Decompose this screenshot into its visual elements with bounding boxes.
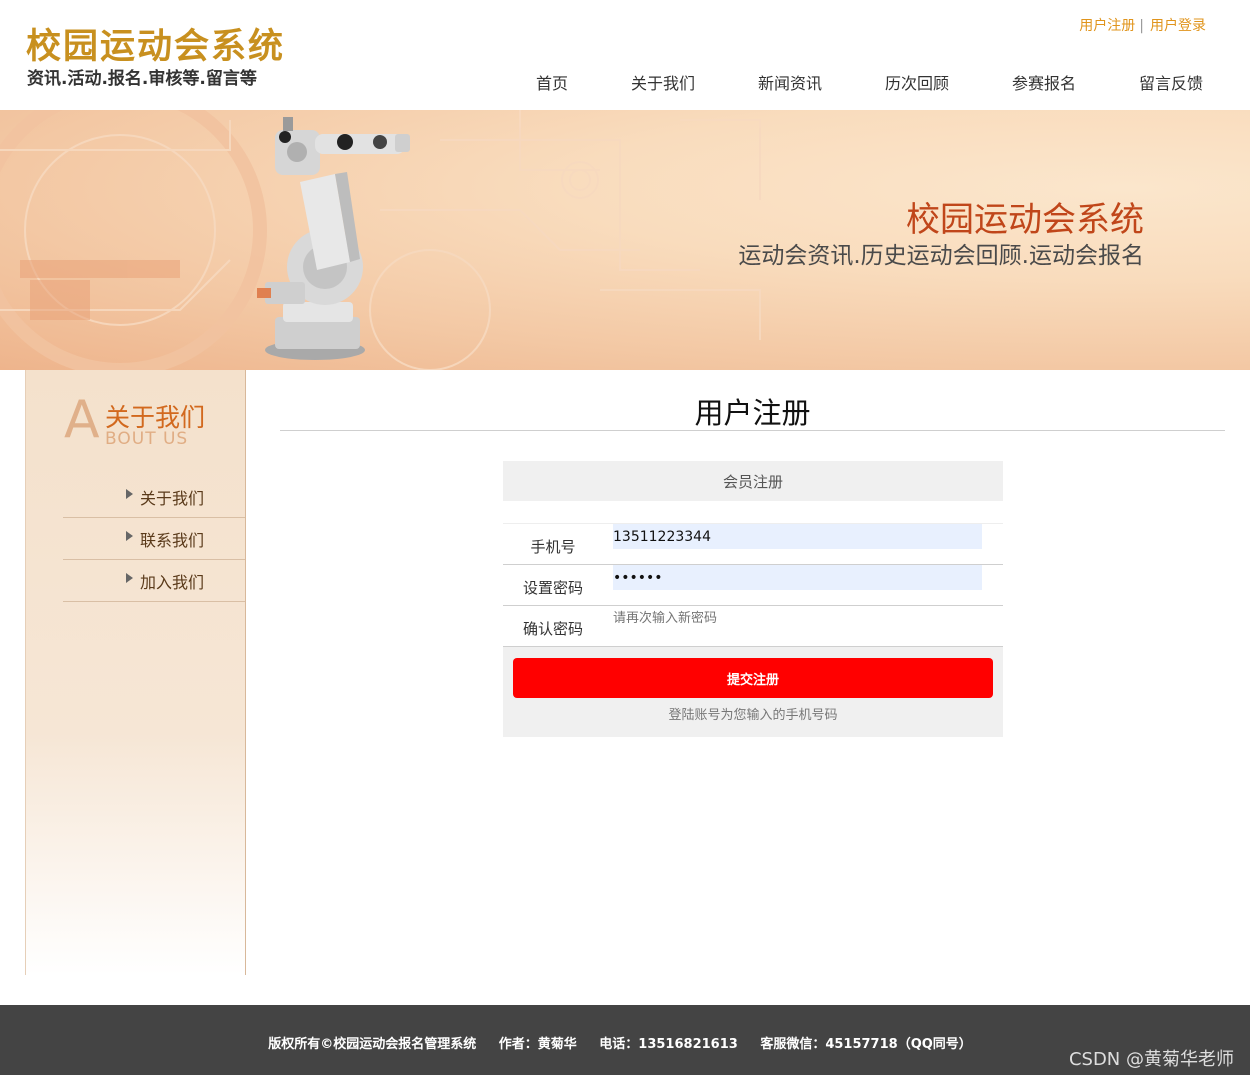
- banner-subtitle: 运动会资讯.历史运动会回顾.运动会报名: [738, 243, 1144, 269]
- phone-label: 手机号: [530, 538, 576, 556]
- logo-title[interactable]: 校园运动会系统: [26, 18, 285, 69]
- sidebar-item-label: 关于我们: [140, 489, 205, 508]
- nav-signup[interactable]: 参赛报名: [1012, 70, 1076, 94]
- nav-home[interactable]: 首页: [536, 70, 568, 94]
- industrial-robot-image: [257, 117, 410, 360]
- site-footer: 版权所有©校园运动会报名管理系统 作者：黄菊华 电话：13516821613 客…: [0, 1005, 1250, 1075]
- sidebar-item-label: 联系我们: [140, 531, 205, 550]
- page-title: 用户注册: [694, 396, 811, 430]
- phone-input[interactable]: [613, 524, 982, 549]
- sidebar: A 关于我们 BOUT US 关于我们 联系我们 加入我们: [25, 370, 246, 975]
- csdn-watermark: CSDN @黄菊华老师: [1068, 1049, 1234, 1070]
- password-input[interactable]: [613, 565, 982, 590]
- password-label: 设置密码: [522, 579, 583, 597]
- title-divider: [280, 430, 1225, 431]
- password-row: 设置密码: [503, 564, 1003, 606]
- sidebar-item-about[interactable]: 关于我们: [63, 476, 245, 518]
- logo-subtitle: 资讯.活动.报名.审核等.留言等: [27, 69, 257, 89]
- footer-wechat: 客服微信：45157718（QQ同号）: [760, 1037, 972, 1052]
- confirm-password-row: 确认密码: [503, 605, 1003, 647]
- register-link[interactable]: 用户注册: [1079, 18, 1135, 34]
- footer-copyright: 版权所有©校园运动会报名管理系统: [268, 1037, 477, 1052]
- nav-about[interactable]: 关于我们: [631, 70, 695, 94]
- register-form: 会员注册 手机号 设置密码 确认密码 提交注册 登陆账号为您输入的手机号码: [503, 461, 1003, 737]
- auth-separator: |: [1139, 18, 1144, 34]
- sidebar-heading-letter: A: [64, 390, 100, 450]
- sidebar-menu: 关于我们 联系我们 加入我们: [63, 476, 245, 602]
- sidebar-item-label: 加入我们: [140, 573, 205, 592]
- form-note: 登陆账号为您输入的手机号码: [668, 708, 838, 723]
- footer-author: 作者：黄菊华: [498, 1037, 577, 1052]
- confirm-password-label: 确认密码: [522, 620, 583, 638]
- footer-phone: 电话：13516821613: [599, 1037, 738, 1052]
- footer-info: 版权所有©校园运动会报名管理系统 作者：黄菊华 电话：13516821613 客…: [0, 1033, 1240, 1052]
- form-footer: 提交注册 登陆账号为您输入的手机号码: [503, 646, 1003, 737]
- confirm-password-input[interactable]: [613, 606, 982, 631]
- chevron-right-icon: [126, 489, 133, 499]
- nav-message[interactable]: 留言反馈: [1139, 70, 1203, 94]
- submit-register-button[interactable]: 提交注册: [513, 658, 993, 698]
- nav-history[interactable]: 历次回顾: [885, 70, 949, 94]
- sidebar-heading-en: BOUT US: [105, 429, 189, 449]
- hero-banner: 校园运动会系统 运动会资讯.历史运动会回顾.运动会报名: [0, 110, 1250, 370]
- sidebar-item-join[interactable]: 加入我们: [63, 560, 245, 602]
- phone-row: 手机号: [503, 523, 1003, 565]
- banner-title: 校园运动会系统: [906, 200, 1144, 240]
- nav-news[interactable]: 新闻资讯: [758, 70, 822, 94]
- login-link[interactable]: 用户登录: [1150, 18, 1206, 34]
- form-heading: 会员注册: [503, 461, 1003, 501]
- sidebar-item-contact[interactable]: 联系我们: [63, 518, 245, 560]
- site-header: 校园运动会系统 资讯.活动.报名.审核等.留言等 用户注册 | 用户登录 首页 关于…: [0, 0, 1250, 110]
- chevron-right-icon: [126, 531, 133, 541]
- chevron-right-icon: [126, 573, 133, 583]
- sidebar-heading: A 关于我们 BOUT US: [64, 394, 224, 450]
- auth-links: 用户注册 | 用户登录: [1079, 15, 1206, 35]
